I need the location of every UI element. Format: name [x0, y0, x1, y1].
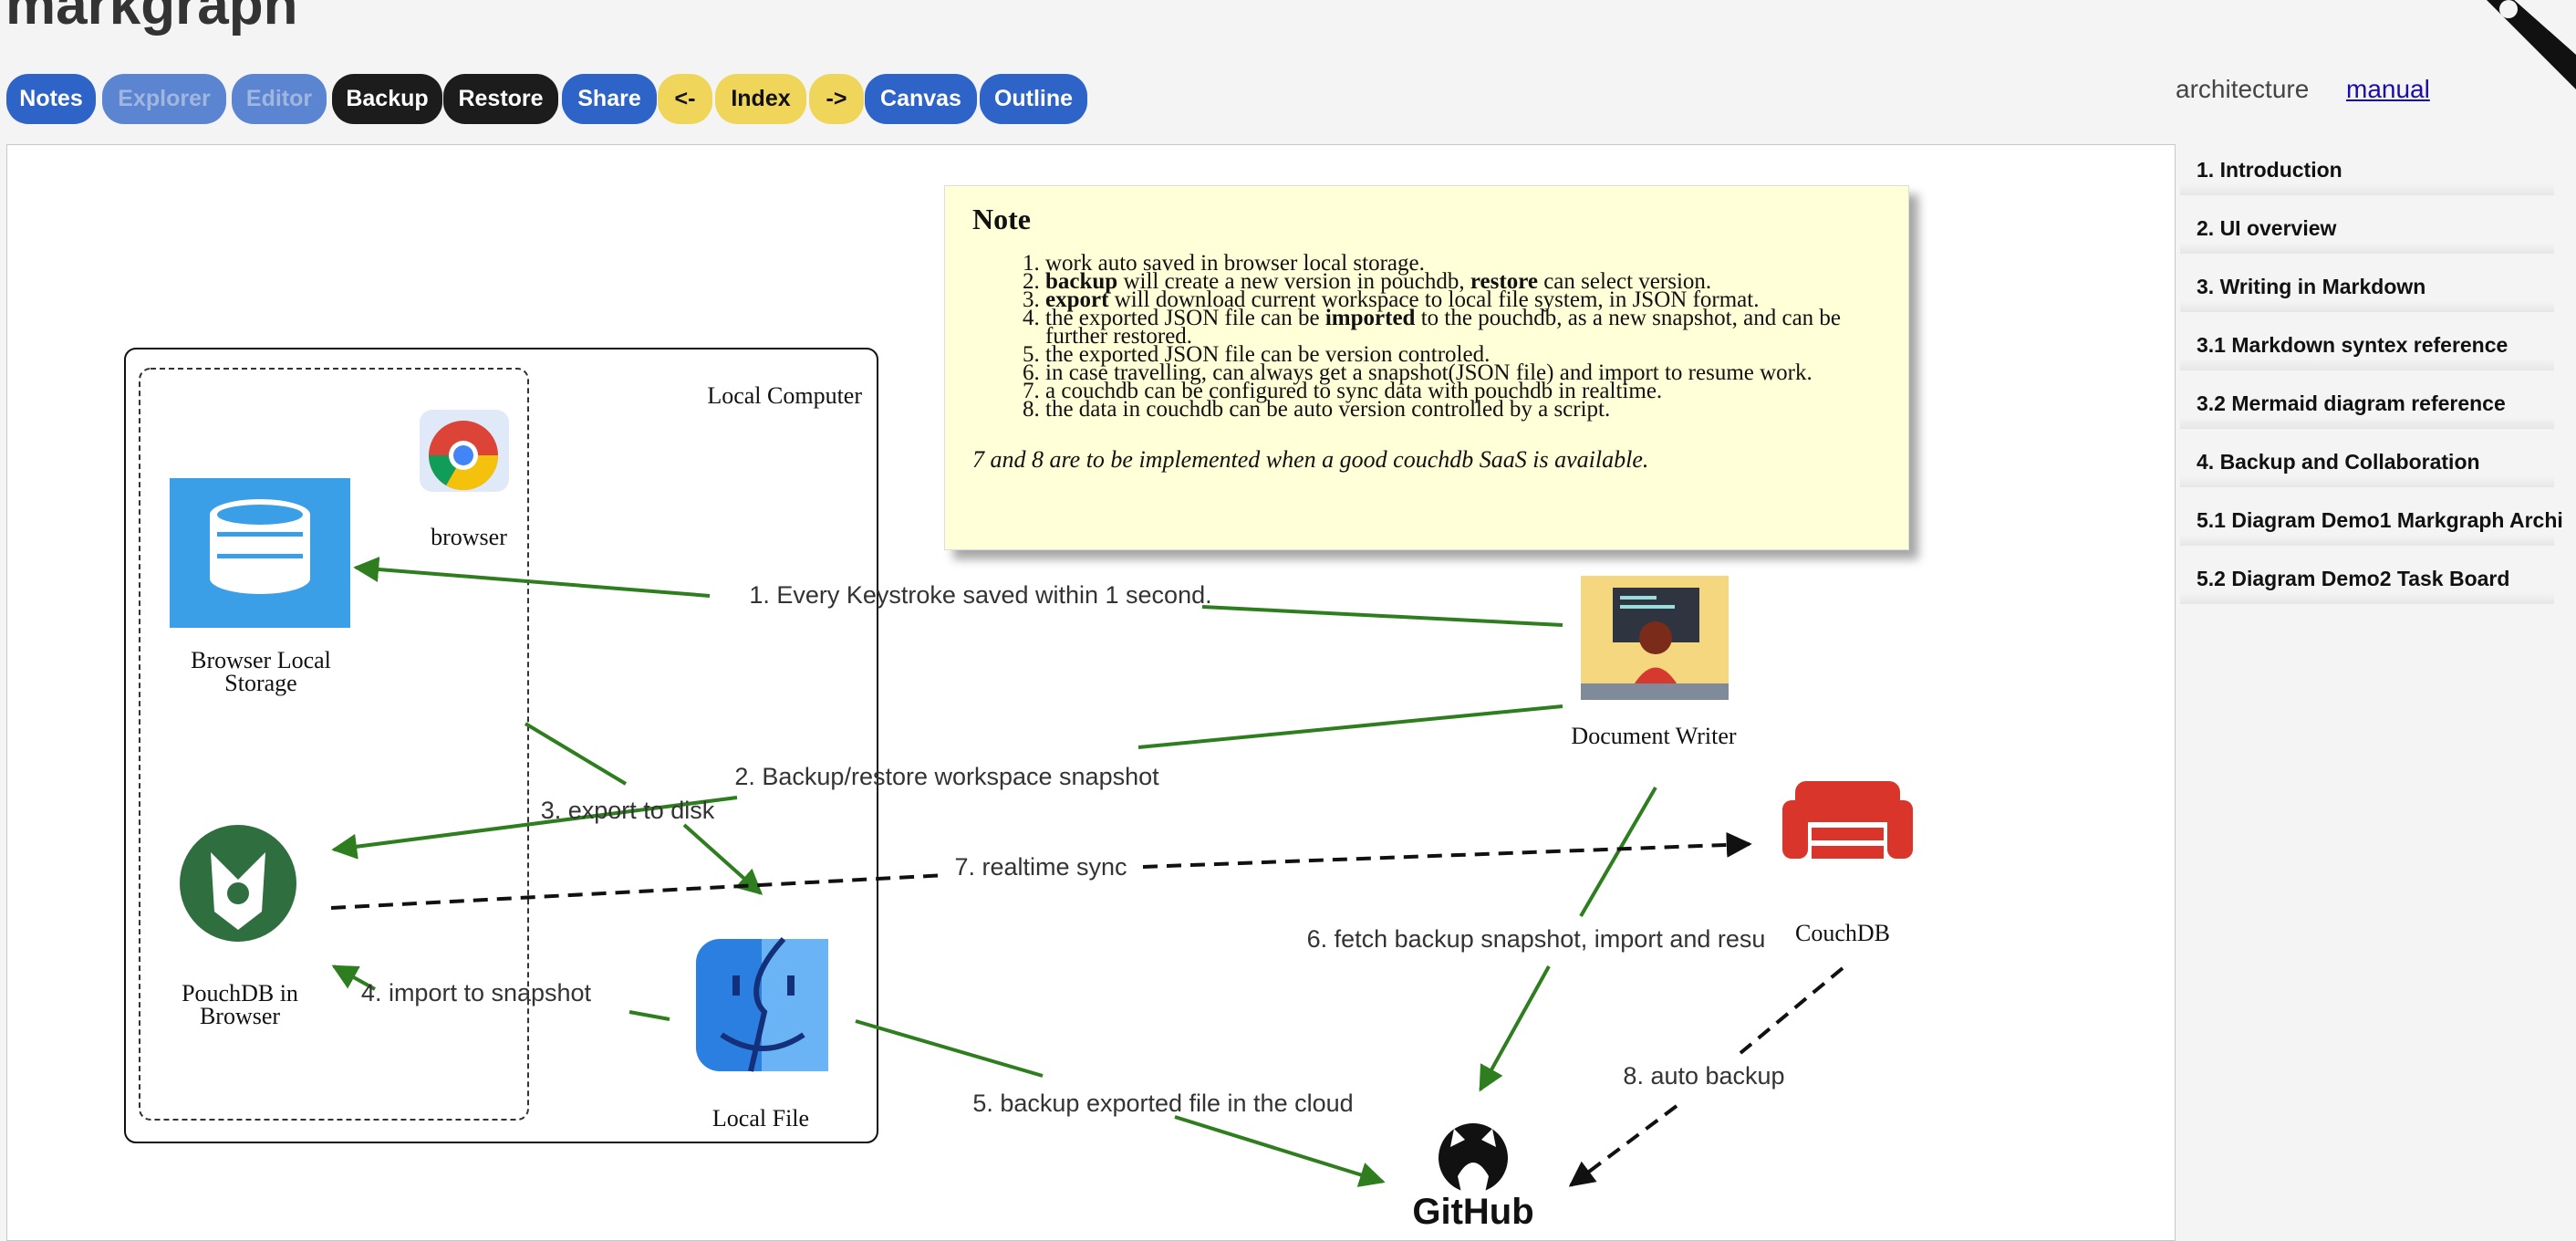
document-writer-label: Document Writer	[1571, 723, 1736, 749]
corner-logo-icon[interactable]	[2476, 0, 2576, 100]
editor-button[interactable]: Editor	[232, 74, 327, 124]
edge-8-line-b	[1568, 1104, 1678, 1187]
edge-8-line-a	[1739, 966, 1844, 1055]
edge-7-label: 7. realtime sync	[954, 853, 1127, 881]
couchdb-icon	[1782, 781, 1913, 859]
edge-1-label: 1. Every Keystroke saved within 1 second…	[749, 581, 1211, 609]
notes-button[interactable]: Notes	[6, 74, 96, 124]
toc-item-backup-collaboration[interactable]: 4. Backup and Collaboration	[2180, 436, 2554, 487]
browser-icon	[420, 410, 509, 492]
edge-7-line-b	[1142, 831, 1752, 869]
database-icon	[170, 478, 350, 628]
toc-item-diagram-demo1[interactable]: 5.1 Diagram Demo1 Markgraph Archi	[2180, 495, 2563, 546]
note-item: the data in couchdb can be auto version …	[1045, 398, 1881, 421]
edge-5-label: 5. backup exported file in the cloud	[972, 1090, 1353, 1117]
note-footer: 7 and 8 are to be implemented when a goo…	[972, 446, 1649, 473]
edge-5-line-a	[855, 1019, 1044, 1078]
local-file-label: Local File	[712, 1105, 809, 1132]
edge-2-line-a	[1137, 704, 1563, 749]
app-title: markgraph	[5, 0, 298, 36]
share-button[interactable]: Share	[562, 74, 657, 124]
next-button[interactable]: ->	[809, 74, 864, 124]
github-label: GitHub	[1412, 1192, 1533, 1232]
pouchdb-icon	[180, 825, 296, 942]
backup-button[interactable]: Backup	[332, 74, 442, 124]
pouchdb-label-line2: Browser	[200, 1003, 280, 1029]
breadcrumb-architecture: architecture	[2176, 75, 2310, 103]
toc-item-ui-overview[interactable]: 2. UI overview	[2180, 203, 2554, 254]
index-button[interactable]: Index	[715, 74, 806, 124]
toc-item-diagram-demo2[interactable]: 5.2 Diagram Demo2 Task Board	[2180, 553, 2554, 604]
note-list: work auto saved in browser local storage…	[972, 252, 1881, 421]
document-writer-icon	[1581, 576, 1729, 700]
github-icon	[1439, 1123, 1508, 1193]
restore-button[interactable]: Restore	[443, 74, 558, 124]
couchdb-label: CouchDB	[1795, 920, 1890, 946]
browser-local-storage-label-line2: Storage	[224, 670, 296, 696]
diagram-canvas[interactable]: Local Computer browser Browser Local Sto…	[6, 144, 2176, 1241]
edge-8-label: 8. auto backup	[1623, 1062, 1784, 1090]
note-title: Note	[972, 203, 1031, 235]
note-item: the exported JSON file can be imported t…	[1045, 307, 1881, 348]
manual-link[interactable]: manual	[2346, 75, 2430, 104]
local-computer-label: Local Computer	[707, 382, 862, 409]
outline-sidebar: 1. Introduction 2. UI overview 3. Writin…	[2180, 144, 2576, 611]
finder-icon	[696, 936, 828, 1072]
toc-item-mermaid-reference[interactable]: 3.2 Mermaid diagram reference	[2180, 378, 2554, 429]
note-box: Note work auto saved in browser local st…	[944, 185, 1909, 550]
edge-6-line-b	[1479, 965, 1551, 1092]
toc-item-introduction[interactable]: 1. Introduction	[2180, 144, 2554, 195]
edge-6-line-a	[1579, 786, 1657, 918]
edge-2-label: 2. Backup/restore workspace snapshot	[734, 763, 1159, 790]
edge-4-label: 4. import to snapshot	[361, 979, 592, 1006]
explorer-button[interactable]: Explorer	[102, 74, 226, 124]
edge-5-line-b	[1174, 1115, 1386, 1187]
canvas-button[interactable]: Canvas	[865, 74, 977, 124]
browser-label: browser	[431, 524, 507, 550]
edge-1-line-a	[1201, 605, 1563, 627]
toc-item-markdown-syntax[interactable]: 3.1 Markdown syntex reference	[2180, 319, 2554, 370]
edge-6-label: 6. fetch backup snapshot, import and res…	[1307, 925, 1766, 953]
prev-button[interactable]: <-	[658, 74, 712, 124]
edge-3-label: 3. export to disk	[541, 797, 715, 824]
outline-button[interactable]: Outline	[980, 74, 1087, 124]
toc-item-writing-markdown[interactable]: 3. Writing in Markdown	[2180, 261, 2554, 312]
